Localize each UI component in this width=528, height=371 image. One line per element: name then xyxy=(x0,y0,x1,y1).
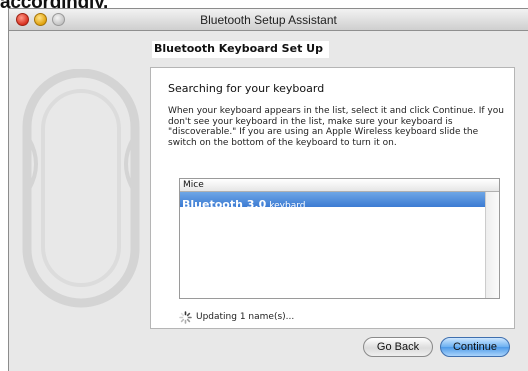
bluetooth-mouse-icon xyxy=(22,69,140,308)
list-scrollbar[interactable] xyxy=(485,192,499,298)
panel-heading: Searching for your keyboard xyxy=(168,82,325,95)
go-back-button[interactable]: Go Back xyxy=(363,337,433,357)
step-title: Bluetooth Keyboard Set Up xyxy=(152,41,329,58)
device-name: Bluetooth 3.0 xyxy=(182,198,267,211)
content-panel: Searching for your keyboard When your ke… xyxy=(150,67,515,329)
list-column-header: Mice xyxy=(180,179,499,192)
device-type: keybard xyxy=(269,201,306,211)
status-text: Updating 1 name(s)... xyxy=(196,312,295,322)
window-title: Bluetooth Setup Assistant xyxy=(200,13,337,27)
continue-button[interactable]: Continue xyxy=(440,337,510,357)
device-list[interactable]: Mice Bluetooth 3.0 keybard xyxy=(179,178,500,299)
setup-assistant-window: Bluetooth Setup Assistant Bluetooth Keyb… xyxy=(8,8,528,371)
progress-spinner-icon xyxy=(179,311,192,324)
title-bar[interactable]: Bluetooth Setup Assistant xyxy=(9,9,528,31)
list-item[interactable]: Bluetooth 3.0 keybard xyxy=(180,192,485,211)
instructions-text: When your keyboard appears in the list, … xyxy=(168,106,504,148)
